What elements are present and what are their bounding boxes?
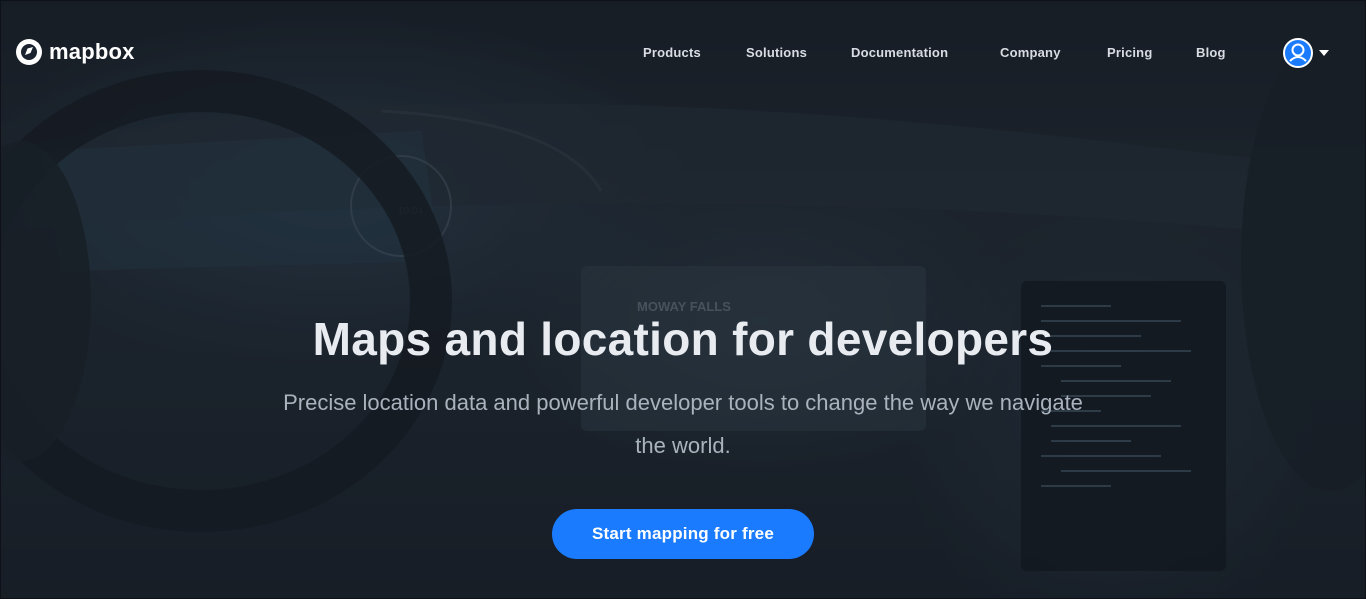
hero-title: Maps and location for developers (312, 313, 1054, 365)
nav-item-documentation[interactable]: Documentation (851, 45, 948, 60)
nav-item-blog[interactable]: Blog (1196, 45, 1226, 60)
mapbox-logo-icon (16, 39, 42, 65)
start-mapping-button[interactable]: Start mapping for free (552, 509, 814, 559)
account-menu-button[interactable] (1283, 38, 1329, 68)
mapbox-logo[interactable]: mapbox (15, 38, 135, 66)
user-avatar-icon (1283, 38, 1313, 68)
hero-subtitle: Precise location data and powerful devel… (283, 390, 1083, 458)
nav-item-solutions[interactable]: Solutions (746, 45, 807, 60)
top-navigation: mapbox Products Solutions Documentation … (1, 1, 1365, 105)
nav-item-products[interactable]: Products (643, 45, 701, 60)
caret-down-icon (1319, 50, 1329, 56)
page: 10:04 MOWAY FALLS mapbox Products Soluti… (0, 0, 1366, 599)
nav-item-pricing[interactable]: Pricing (1107, 45, 1152, 60)
hero-section: Maps and location for developers Precise… (1, 301, 1365, 559)
brand-name: mapbox (49, 39, 135, 64)
nav-item-company[interactable]: Company (1000, 45, 1061, 60)
